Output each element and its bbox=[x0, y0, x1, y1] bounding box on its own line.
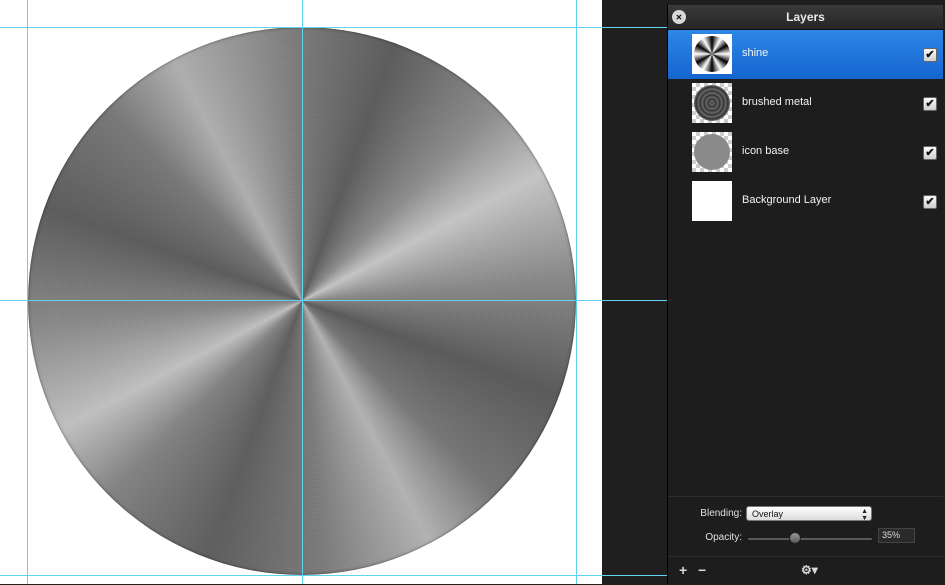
panel-title: Layers bbox=[786, 10, 825, 24]
blending-label: Blending: bbox=[700, 508, 742, 519]
layer-name: brushed metal bbox=[742, 96, 812, 108]
layer-name: icon base bbox=[742, 145, 790, 157]
panel-titlebar[interactable]: + Layers bbox=[668, 5, 943, 30]
opacity-field[interactable]: 35% bbox=[878, 528, 915, 543]
guide-vertical-right[interactable] bbox=[576, 0, 577, 584]
opacity-label: Opacity: bbox=[705, 532, 742, 543]
visibility-checkbox[interactable]: ✔ bbox=[923, 97, 937, 111]
canvas-area[interactable] bbox=[0, 0, 667, 584]
add-layer-button[interactable]: + bbox=[679, 562, 687, 578]
gear-icon[interactable]: ⚙▾ bbox=[801, 563, 818, 577]
visibility-checkbox[interactable]: ✔ bbox=[923, 146, 937, 160]
layer-row-brushed-metal[interactable]: brushed metal ✔ bbox=[668, 79, 943, 128]
updown-arrows-icon: ▲ ▼ bbox=[861, 508, 868, 522]
visibility-checkbox[interactable]: ✔ bbox=[923, 48, 937, 62]
brushed-metal-thumbnail bbox=[692, 83, 732, 123]
guide-horizontal-top[interactable] bbox=[0, 27, 667, 28]
white-thumbnail bbox=[692, 181, 732, 221]
visibility-checkbox[interactable]: ✔ bbox=[923, 195, 937, 209]
artboard[interactable] bbox=[0, 0, 602, 584]
blending-value: Overlay bbox=[752, 509, 784, 519]
guide-vertical-left[interactable] bbox=[27, 0, 28, 584]
icon-base-thumbnail bbox=[692, 132, 732, 172]
shine-thumbnail bbox=[692, 34, 732, 74]
guide-horizontal-middle[interactable] bbox=[0, 300, 667, 301]
layers-panel: + Layers shine ✔ brushed metal ✔ icon ba… bbox=[667, 5, 943, 584]
blending-select[interactable]: Overlay ▲ ▼ bbox=[746, 506, 872, 522]
layer-name: Background Layer bbox=[742, 194, 832, 206]
opacity-slider-thumb[interactable] bbox=[789, 532, 801, 544]
guide-vertical-middle[interactable] bbox=[302, 0, 303, 584]
layer-properties: Blending: Overlay ▲ ▼ Opacity: 35% bbox=[668, 496, 943, 557]
layer-row-shine[interactable]: shine ✔ bbox=[668, 30, 943, 79]
layer-row-background[interactable]: Background Layer ✔ bbox=[668, 177, 943, 226]
layer-name: shine bbox=[742, 47, 769, 59]
layer-row-icon-base[interactable]: icon base ✔ bbox=[668, 128, 943, 177]
guide-horizontal-bottom[interactable] bbox=[0, 575, 667, 576]
remove-layer-button[interactable]: − bbox=[698, 562, 706, 578]
panel-bottom-bar: + − ⚙▾ bbox=[668, 556, 943, 585]
opacity-slider-track[interactable] bbox=[748, 538, 872, 540]
